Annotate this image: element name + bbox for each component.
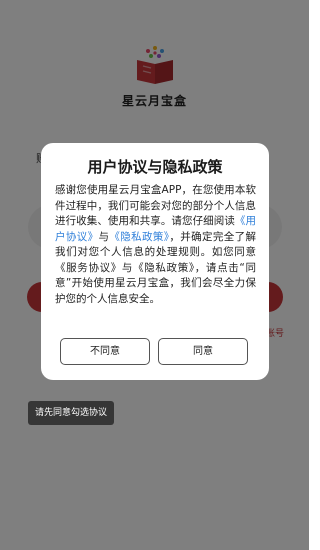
privacy-policy-link[interactable]: 《隐私政策》 xyxy=(109,231,169,243)
agree-button[interactable]: 同意 xyxy=(158,338,248,365)
toast-message: 请先同意勾选协议 xyxy=(28,401,115,425)
body-text-part1: 感谢您使用星云月宝盒APP，在您使用本软件过程中，我们可能会对您的部分个人信息进… xyxy=(55,184,256,227)
agreement-dialog: 用户协议与隐私政策 感谢您使用星云月宝盒APP，在您使用本软件过程中，我们可能会… xyxy=(41,143,269,380)
body-text-part2: 与 xyxy=(98,230,110,243)
dialog-title: 用户协议与隐私政策 xyxy=(87,158,223,176)
dialog-body: 感谢您使用星云月宝盒APP，在您使用本软件过程中，我们可能会对您的部分个人信息进… xyxy=(55,183,256,307)
disagree-button[interactable]: 不同意 xyxy=(60,338,150,365)
